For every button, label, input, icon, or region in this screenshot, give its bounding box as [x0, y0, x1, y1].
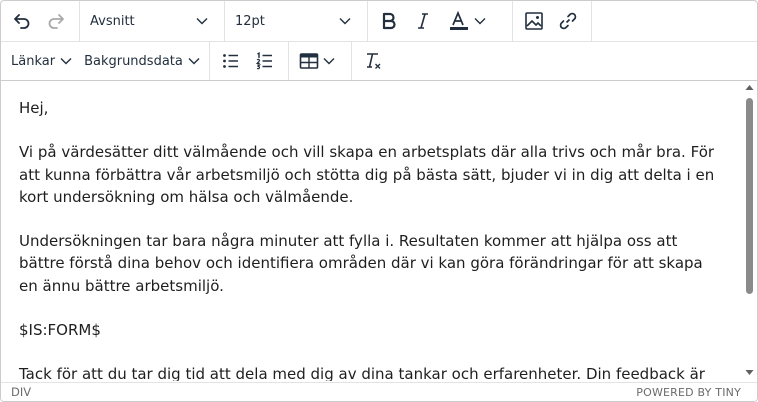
chevron-down-icon [60, 58, 72, 65]
toolbar-primary: Avsnitt 12pt [1, 1, 757, 42]
block-format-value: Avsnitt [90, 13, 135, 29]
italic-icon[interactable] [406, 4, 440, 38]
history-group [1, 1, 80, 41]
scroll-up-arrow-icon[interactable] [745, 84, 754, 91]
menus-group: Länkar Bakgrundsdata [1, 42, 210, 80]
text-style-group [368, 1, 513, 41]
chevron-down-icon [188, 58, 200, 65]
editor-content[interactable]: Hej, Vi på värdesätter ditt välmående oc… [1, 81, 741, 381]
scroll-down-arrow-icon[interactable] [745, 369, 754, 376]
block-format-group: Avsnitt [80, 1, 225, 41]
status-bar: DIV POWERED BY TINY [1, 382, 757, 401]
paragraph: Vi på värdesätter ditt välmående och vil… [19, 143, 715, 206]
chevron-down-icon [196, 18, 208, 25]
table-group [289, 42, 352, 80]
chevron-down-icon [339, 18, 351, 25]
font-size-select[interactable]: 12pt [229, 4, 357, 38]
redo-icon[interactable] [39, 4, 73, 38]
branding-link[interactable]: POWERED BY TINY [636, 386, 741, 399]
link-icon[interactable] [551, 4, 585, 38]
undo-icon[interactable] [5, 4, 39, 38]
background-data-menu-label: Bakgrundsdata [84, 53, 183, 69]
paragraph: Hej, [19, 99, 49, 117]
clear-group [352, 42, 400, 80]
lists-group [210, 42, 289, 80]
form-placeholder: $IS:FORM$ [19, 321, 101, 340]
element-path[interactable]: DIV [11, 385, 31, 399]
block-format-select[interactable]: Avsnitt [84, 4, 214, 38]
paragraph: Undersökningen tar bara några minuter at… [19, 232, 703, 295]
text-color-icon[interactable] [440, 4, 494, 38]
paragraph: Tack för att du tar dig tid att dela med… [19, 365, 705, 381]
scrollbar-thumb[interactable] [746, 98, 753, 294]
rich-text-editor: Avsnitt 12pt Länkar Bakgrundsdata Hej, V… [0, 0, 758, 402]
insert-group [513, 1, 592, 41]
font-size-group: 12pt [225, 1, 368, 41]
table-icon[interactable] [293, 44, 341, 78]
links-menu[interactable]: Länkar [5, 44, 78, 78]
image-icon[interactable] [517, 4, 551, 38]
numbered-list-icon[interactable] [248, 44, 282, 78]
toolbar-secondary: Länkar Bakgrundsdata [1, 42, 757, 81]
editor-scrollbar[interactable] [741, 81, 757, 381]
editor-body[interactable]: Hej, Vi på värdesätter ditt välmående oc… [1, 81, 741, 381]
chevron-down-icon [474, 18, 486, 25]
clear-formatting-icon[interactable] [356, 44, 390, 78]
links-menu-label: Länkar [11, 53, 56, 69]
font-size-value: 12pt [235, 13, 265, 29]
background-data-menu[interactable]: Bakgrundsdata [78, 44, 206, 78]
bold-icon[interactable] [372, 4, 406, 38]
chevron-down-icon [323, 58, 335, 65]
bullet-list-icon[interactable] [214, 44, 248, 78]
